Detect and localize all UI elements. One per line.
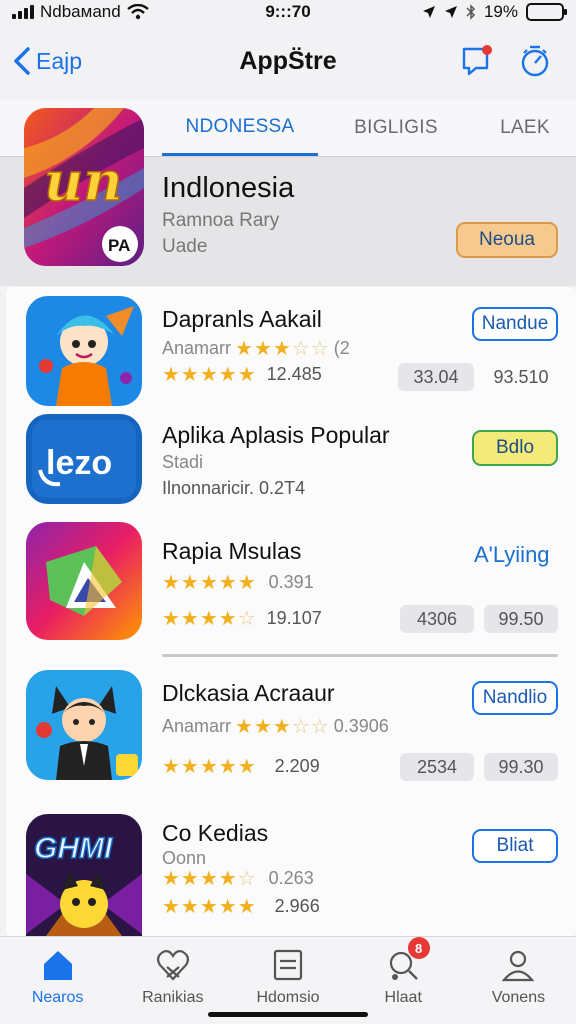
bluetooth-icon <box>466 4 476 20</box>
app-rating-label-1: Anamarr <box>162 338 232 358</box>
app-meta-value-1: 12.485 <box>266 364 322 384</box>
app-title-1: Dapranls Aakail <box>162 306 322 332</box>
tab-indonesia[interactable]: NDONESSA <box>162 100 318 156</box>
app-icon-3[interactable] <box>26 522 142 640</box>
app-title-3: Rapia Msulas <box>162 538 302 564</box>
featured-title: Indlonesia <box>162 172 295 204</box>
app-stars-a-3: ★★★★★ <box>162 572 257 594</box>
app-title-2: Aplika Aplasis Popular <box>162 422 390 448</box>
tab-bar-label-home: Nearos <box>31 989 84 1006</box>
message-icon[interactable] <box>460 44 494 78</box>
app-meta-3: ★★★★☆ 19.107 <box>162 606 322 631</box>
app-meta-value-5: 2.966 <box>274 896 320 916</box>
notification-badge: 8 <box>407 937 430 959</box>
app-icon-2[interactable]: lezo <box>26 414 142 504</box>
featured-subtitle: Ramnoa Rary <box>162 210 280 231</box>
heart-icon <box>156 950 189 981</box>
app-stars-b-3: ★★★★☆ <box>162 608 257 630</box>
home-indicator[interactable] <box>208 1012 368 1017</box>
app-stars-a-5: ★★★★☆ <box>162 868 257 890</box>
wifi-icon <box>126 4 149 20</box>
app-meta-5: ★★★★★ 2.966 <box>162 894 320 919</box>
featured-icon-badge: PA <box>108 236 130 255</box>
app-pill-b-1: 93.510 <box>493 366 549 387</box>
app-rating-value-4: 0.3906 <box>333 716 389 736</box>
back-label: Eajp <box>36 47 83 74</box>
app-rating-line-3: ★★★★★ 0.391 <box>162 570 314 595</box>
status-left: Ndbaмand <box>12 2 212 22</box>
tab-bigligis[interactable]: BIGLIGIS <box>318 100 474 156</box>
app-subtitle-2b: Ilnonnaricir. 0.2T4 <box>162 478 306 498</box>
status-right: 19% <box>364 2 567 22</box>
tab-bar-label-updates: Hlaat <box>384 989 422 1006</box>
list-icon <box>273 949 303 981</box>
app-subtitle-2: Stadi <box>162 452 204 472</box>
app-rating-line-4: Anamarr ★★★☆☆ 0.3906 <box>162 714 389 739</box>
battery-label: 19% <box>483 2 518 21</box>
app-icon-label-2: lezo <box>46 444 112 482</box>
app-meta-value-4: 2.209 <box>274 756 320 776</box>
home-icon <box>43 951 72 980</box>
app-icon-label-5: GHMI <box>34 832 113 865</box>
app-pill-a-4: 2534 <box>400 753 474 781</box>
app-title-4: Dlckasia Acraaur <box>162 680 335 706</box>
app-rating-value-5: 0.263 <box>268 868 314 888</box>
user-icon <box>502 950 535 982</box>
tab-bar: Nearos Ranikias Hdomsio 8 Hlaat Vonens <box>0 936 576 1024</box>
timer-icon[interactable] <box>518 44 552 78</box>
app-pill-a-1: 33.04 <box>398 363 474 391</box>
app-stars-b-5: ★★★★★ <box>162 896 257 918</box>
app-stars-a-4: ★★★☆☆ <box>235 716 330 738</box>
section-divider <box>162 654 558 657</box>
tab-bar-item-list[interactable]: Hdomsio <box>230 937 345 1024</box>
app-rating-line-5: ★★★★☆ 0.263 <box>162 866 314 891</box>
app-pill-a-3: 4306 <box>400 605 474 633</box>
carrier-label: Ndbaмand <box>40 2 121 21</box>
tab-bar-label-profile: Vonens <box>491 989 546 1006</box>
app-stars-b-1: ★★★★★ <box>162 364 257 386</box>
navigation-icon <box>444 6 457 18</box>
app-meta-value-3: 19.107 <box>266 608 322 628</box>
app-meta-1: ★★★★★ 12.485 <box>162 362 322 387</box>
app-stars-b-4: ★★★★★ <box>162 756 257 778</box>
status-bar: Ndbaмand 9:::70 19% <box>0 0 576 24</box>
signal-icon <box>12 5 34 19</box>
tab-bar-label-list: Hdomsio <box>256 989 320 1006</box>
app-rating-value-1: (2 <box>333 338 350 358</box>
featured-subtitle-2: Uade <box>162 236 208 257</box>
app-rating-value-3: 0.391 <box>268 572 314 592</box>
tab-bar-item-profile[interactable]: Vonens <box>461 937 576 1024</box>
tab-bar-item-heart[interactable]: Ranikias <box>115 937 230 1024</box>
featured-action-button[interactable]: Neoua <box>456 222 558 258</box>
app-action-button-4[interactable]: Nandlio <box>472 681 558 715</box>
chevron-left-icon <box>14 47 30 75</box>
app-pill-b-4: 99.30 <box>484 753 558 781</box>
tab-bar-label-heart: Ranikias <box>142 989 204 1006</box>
app-action-button-2[interactable]: Bdlo <box>472 430 558 466</box>
category-tabs: NDONESSA BIGLIGIS LAEK <box>162 100 576 156</box>
app-stars-a-1: ★★★☆☆ <box>235 338 330 360</box>
app-pill-b-3: 99.50 <box>484 605 558 633</box>
nav-actions <box>460 44 552 78</box>
app-icon-4[interactable] <box>26 670 142 780</box>
back-button[interactable]: Eajp <box>12 46 82 76</box>
navigation-bar: Eajp AppS̈tre <box>0 36 576 86</box>
featured-icon-label: un <box>44 149 123 213</box>
location-icon <box>422 6 435 18</box>
battery-icon <box>526 3 567 21</box>
featured-app-icon[interactable]: un PA <box>24 108 144 266</box>
tab-bar-item-home[interactable]: Nearos <box>0 937 115 1024</box>
tab-laek[interactable]: LAEK <box>474 100 576 156</box>
app-icon-5[interactable]: GHMI <box>26 814 142 936</box>
app-action-link-3[interactable]: A'Lyiing <box>474 542 550 568</box>
app-icon-1[interactable] <box>26 296 142 406</box>
tab-bar-item-updates[interactable]: 8 Hlaat <box>346 937 461 1024</box>
app-meta-4: ★★★★★ 2.209 <box>162 754 320 779</box>
app-rating-line-1: Anamarr ★★★☆☆ (2 <box>162 336 350 361</box>
status-time: 9:::70 <box>265 2 311 21</box>
app-title-5: Co Kedias <box>162 820 269 846</box>
app-action-button-1[interactable]: Nandue <box>472 307 558 341</box>
app-action-button-5[interactable]: Bliat <box>472 829 558 863</box>
app-rating-label-4: Anamarr <box>162 716 232 736</box>
